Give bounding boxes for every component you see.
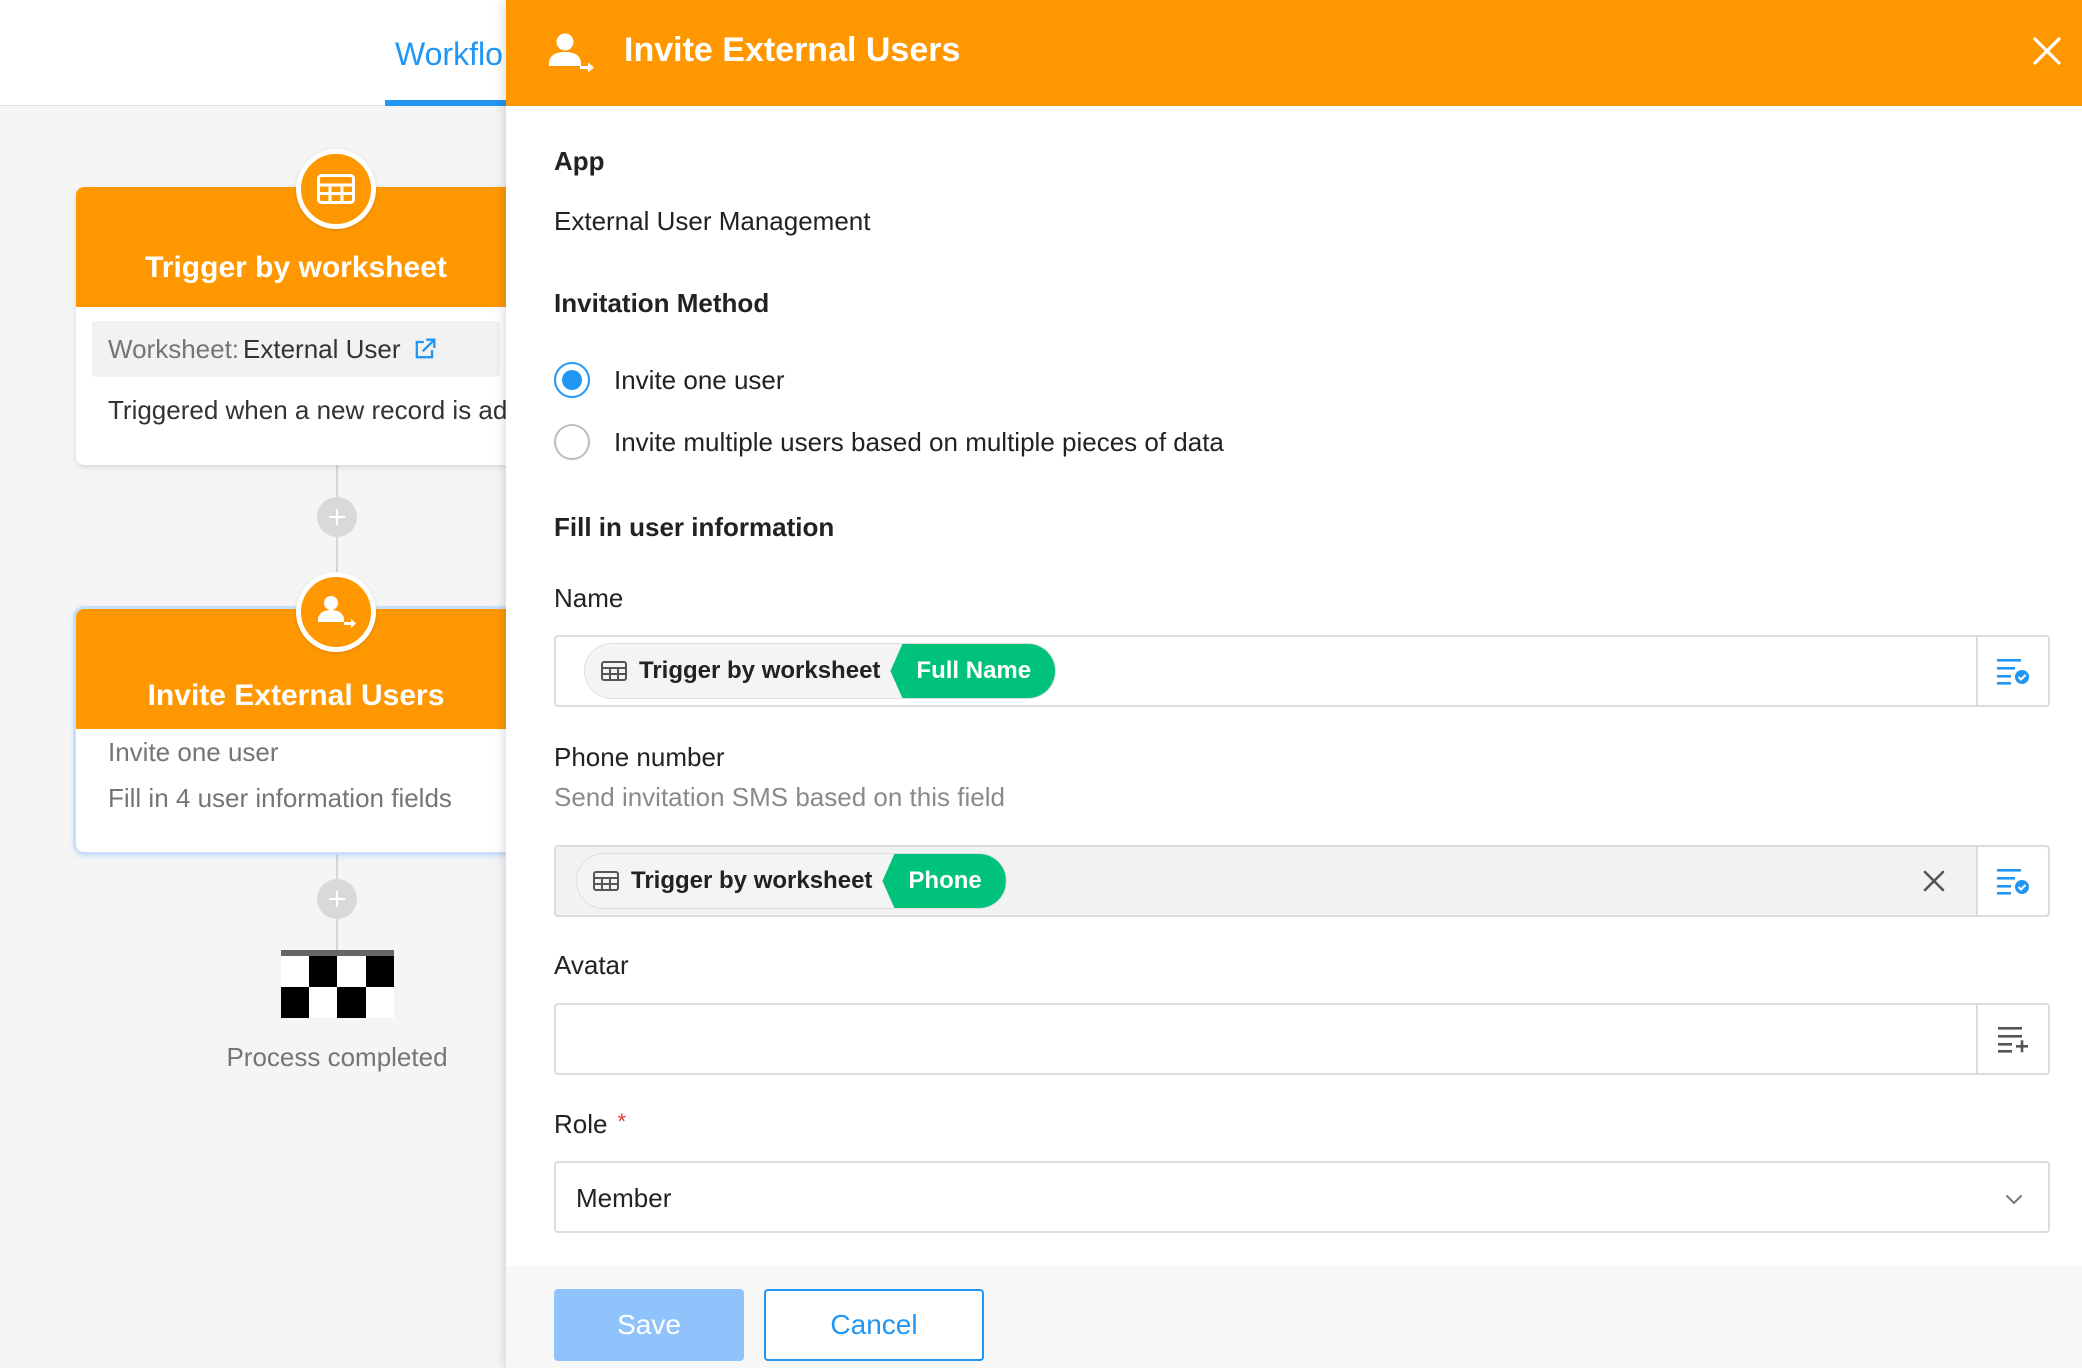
trigger-description: Triggered when a new record is ad: [108, 395, 508, 425]
table-icon: [601, 661, 627, 681]
role-selected-value: Member: [576, 1183, 672, 1213]
cancel-button[interactable]: Cancel: [764, 1289, 984, 1361]
invite-node-line2: Fill in 4 user information fields: [108, 783, 452, 813]
phone-hint: Send invitation SMS based on this field: [554, 782, 1005, 812]
role-select[interactable]: Member: [554, 1161, 2050, 1233]
field-select-button[interactable]: [1976, 847, 2048, 915]
close-icon[interactable]: [2032, 36, 2062, 66]
workflow-canvas: Trigger by worksheet Worksheet: External…: [0, 107, 516, 1368]
worksheet-name: External User: [243, 333, 401, 364]
app-heading: App: [554, 146, 605, 176]
trigger-node[interactable]: Trigger by worksheet Worksheet: External…: [76, 187, 516, 465]
chevron-down-icon: [2006, 1195, 2022, 1205]
save-button[interactable]: Save: [554, 1289, 744, 1361]
field-select-icon: [1997, 659, 2029, 685]
tab-active-indicator: [385, 100, 510, 106]
panel-header: Invite External Users: [506, 0, 2082, 106]
radio-unchecked[interactable]: [554, 424, 590, 460]
tag-source: Trigger by worksheet: [585, 644, 895, 698]
process-completed-label: Process completed: [226, 1042, 448, 1072]
trigger-node-title: Trigger by worksheet: [76, 187, 516, 307]
role-label: Role *: [554, 1109, 626, 1140]
worksheet-label: Worksheet:: [108, 333, 240, 364]
phone-input[interactable]: Trigger by worksheet Phone: [554, 845, 2050, 917]
field-select-button[interactable]: [1976, 637, 2048, 705]
clear-icon[interactable]: [1920, 867, 1948, 895]
name-input[interactable]: Trigger by worksheet Full Name: [554, 635, 2050, 707]
table-icon: [593, 871, 619, 891]
tag-source-label: Trigger by worksheet: [639, 657, 881, 684]
tag-source: Trigger by worksheet: [577, 854, 887, 908]
radio-invite-multiple[interactable]: Invite multiple users based on multiple …: [554, 424, 1224, 460]
field-select-icon: [1997, 869, 2029, 895]
panel-footer: Save Cancel: [506, 1266, 2082, 1368]
plus-icon: [329, 891, 345, 907]
fill-user-info-heading: Fill in user information: [554, 512, 835, 542]
field-add-button[interactable]: [1976, 1005, 2048, 1073]
avatar-input[interactable]: [554, 1003, 2050, 1075]
radio-invite-one[interactable]: Invite one user: [554, 362, 785, 398]
add-step-button[interactable]: [317, 497, 357, 537]
invite-panel: Invite External Users App External User …: [506, 0, 2082, 1368]
radio-checked[interactable]: [554, 362, 590, 398]
phone-field-tag[interactable]: Trigger by worksheet Phone: [576, 853, 1007, 909]
field-add-icon: [1998, 1027, 2028, 1053]
user-arrow-icon: [296, 572, 376, 652]
name-label: Name: [554, 583, 624, 613]
role-label-text: Role: [554, 1109, 608, 1139]
radio-label: Invite multiple users based on multiple …: [614, 426, 1224, 457]
avatar-label: Avatar: [554, 950, 629, 980]
user-arrow-icon: [549, 33, 594, 73]
phone-label: Phone number: [554, 742, 725, 772]
finish-flag-icon: [281, 950, 394, 1018]
table-icon: [296, 149, 376, 229]
add-step-button[interactable]: [317, 879, 357, 919]
external-link-icon[interactable]: [411, 335, 439, 363]
app-value: External User Management: [554, 206, 871, 236]
tag-source-label: Trigger by worksheet: [631, 867, 873, 894]
panel-title: Invite External Users: [624, 31, 961, 69]
invite-node-title: Invite External Users: [76, 609, 516, 729]
invite-node[interactable]: Invite External Users Invite one user Fi…: [76, 609, 516, 852]
tag-field-label: Full Name: [890, 644, 1056, 698]
name-field-tag[interactable]: Trigger by worksheet Full Name: [584, 643, 1057, 699]
worksheet-info: Worksheet: External User: [92, 321, 500, 377]
invite-node-line1: Invite one user: [108, 737, 279, 767]
tag-field-label: Phone: [882, 854, 1006, 908]
invitation-method-heading: Invitation Method: [554, 288, 770, 318]
plus-icon: [329, 509, 345, 525]
radio-label: Invite one user: [614, 364, 785, 395]
required-mark: *: [617, 1109, 627, 1134]
tab-workflow[interactable]: Workflo: [385, 0, 505, 106]
